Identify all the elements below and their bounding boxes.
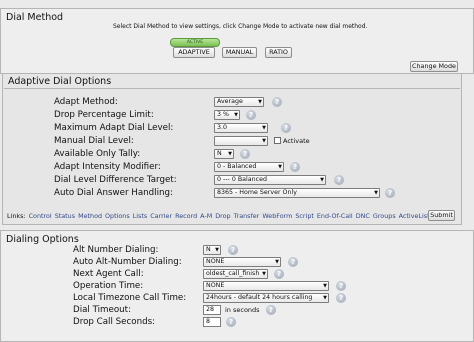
local-timezone-select[interactable]: 24hours - default 24 hours calling ▼ — [203, 293, 329, 303]
dialing-options-title: Dialing Options — [6, 234, 79, 245]
links-bar: Links: Control Status Method Options Lists Car… — [7, 212, 436, 220]
link-carrier[interactable]: Carrier — [150, 212, 172, 220]
next-agent-call-select[interactable]: oldest_call_finish ▼ — [203, 269, 268, 279]
chevron-down-icon: ▼ — [262, 125, 266, 131]
mode-ratio-button[interactable]: RATIO — [265, 47, 292, 58]
link-lists[interactable]: Lists — [133, 212, 148, 220]
active-badge: ACTIVE — [170, 38, 220, 47]
link-webform[interactable]: WebForm — [262, 212, 292, 220]
adapt-method-select[interactable]: Average ▼ — [214, 97, 264, 107]
activate-label: Activate — [283, 137, 310, 145]
chevron-down-icon: ▼ — [228, 151, 232, 157]
local-timezone-label: Local Timezone Call Time: — [73, 293, 187, 303]
help-icon[interactable]: ? — [334, 175, 344, 185]
dial-timeout-label: Dial Timeout: — [73, 305, 132, 315]
dial-timeout-input[interactable]: 28 — [203, 305, 221, 315]
help-icon[interactable]: ? — [336, 281, 346, 291]
link-transfer[interactable]: Transfer — [234, 212, 260, 220]
change-mode-button[interactable]: Change Mode — [410, 61, 458, 72]
link-script[interactable]: Script — [295, 212, 314, 220]
help-icon[interactable]: ? — [228, 245, 238, 255]
link-dnc[interactable]: DNC — [356, 212, 370, 220]
alt-number-select[interactable]: N ▼ — [203, 245, 221, 255]
mode-adaptive-button[interactable]: ADAPTIVE — [173, 47, 215, 58]
link-status[interactable]: Status — [55, 212, 75, 220]
adaptive-options-title: Adaptive Dial Options — [8, 76, 112, 87]
drop-percentage-select[interactable]: 3 % ▼ — [214, 110, 240, 120]
chevron-down-icon: ▼ — [262, 271, 266, 277]
available-only-tally-select[interactable]: N ▼ — [214, 149, 234, 159]
link-options[interactable]: Options — [105, 212, 130, 220]
chevron-down-icon: ▼ — [215, 247, 219, 253]
link-end-of-call[interactable]: End-Of-Call — [317, 212, 353, 220]
help-icon[interactable]: ? — [226, 317, 236, 327]
help-icon[interactable]: ? — [288, 257, 298, 267]
next-agent-call-label: Next Agent Call: — [73, 269, 144, 279]
auto-alt-number-select[interactable]: NONE ▼ — [203, 257, 281, 267]
chevron-down-icon: ▼ — [278, 164, 282, 170]
adapt-intensity-select[interactable]: 0 - Balanced ▼ — [214, 162, 284, 172]
link-record[interactable]: Record — [175, 212, 197, 220]
dial-method-title: Dial Method — [6, 12, 64, 23]
dial-method-instruction: Select Dial Method to view settings, cli… — [113, 23, 368, 30]
link-method[interactable]: Method — [78, 212, 102, 220]
help-icon[interactable]: ? — [385, 188, 395, 198]
adaptive-divider — [4, 88, 460, 89]
mode-manual-button[interactable]: MANUAL — [222, 47, 257, 58]
submit-button[interactable]: Submit — [428, 210, 455, 221]
available-only-tally-label: Available Only Tally: — [54, 149, 141, 159]
help-icon[interactable]: ? — [272, 97, 282, 107]
adapt-method-label: Adapt Method: — [54, 97, 118, 107]
drop-call-seconds-label: Drop Call Seconds: — [73, 317, 156, 327]
chevron-down-icon: ▼ — [323, 283, 327, 289]
operation-time-label: Operation Time: — [73, 281, 144, 291]
activate-checkbox[interactable] — [274, 137, 281, 144]
link-am[interactable]: A-M — [200, 212, 212, 220]
max-adapt-level-label: Maximum Adapt Dial Level: — [54, 123, 174, 133]
max-adapt-level-select[interactable]: 3.0 ▼ — [214, 123, 268, 133]
auto-dial-answer-label: Auto Dial Answer Handling: — [54, 188, 173, 198]
dial-level-diff-label: Dial Level Difference Target: — [54, 175, 177, 185]
help-icon[interactable]: ? — [290, 162, 300, 172]
links-label: Links: — [7, 212, 26, 220]
help-icon[interactable]: ? — [336, 293, 346, 303]
manual-dial-level-label: Manual Dial Level: — [54, 136, 134, 146]
dial-method-panel — [0, 8, 474, 74]
auto-alt-number-label: Auto Alt-Number Dialing: — [73, 257, 182, 267]
link-groups[interactable]: Groups — [373, 212, 396, 220]
link-control[interactable]: Control — [29, 212, 52, 220]
help-icon[interactable]: ? — [240, 149, 250, 159]
operation-time-select[interactable]: NONE ▼ — [203, 281, 329, 291]
chevron-down-icon: ▼ — [323, 295, 327, 301]
drop-percentage-label: Drop Percentage Limit: — [54, 110, 154, 120]
auto-dial-answer-select[interactable]: 8365 - Home Server Only ▼ — [214, 188, 380, 198]
help-icon[interactable]: ? — [266, 305, 276, 315]
link-drop[interactable]: Drop — [215, 212, 230, 220]
help-icon[interactable]: ? — [274, 269, 284, 279]
alt-number-label: Alt Number Dialing: — [73, 245, 159, 255]
adapt-intensity-label: Adapt Intensity Modifier: — [54, 162, 161, 172]
help-icon[interactable]: ? — [281, 123, 291, 133]
manual-dial-level-select[interactable]: ▼ — [214, 136, 268, 146]
chevron-down-icon: ▼ — [234, 112, 238, 118]
chevron-down-icon: ▼ — [275, 259, 279, 265]
chevron-down-icon: ▼ — [262, 138, 266, 144]
drop-call-seconds-input[interactable]: 8 — [203, 317, 221, 327]
chevron-down-icon: ▼ — [374, 190, 378, 196]
dial-level-diff-select[interactable]: 0 --- 0 Balanced ▼ — [214, 175, 326, 185]
chevron-down-icon: ▼ — [258, 99, 262, 105]
dial-timeout-suffix: in seconds — [225, 306, 260, 314]
help-icon[interactable]: ? — [246, 110, 256, 120]
chevron-down-icon: ▼ — [320, 177, 324, 183]
